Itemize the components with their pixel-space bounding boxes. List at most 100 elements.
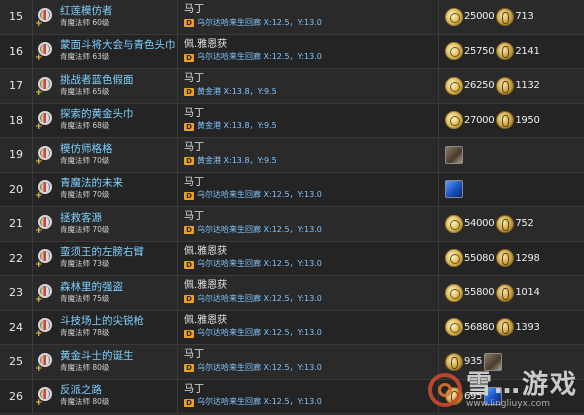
watermark-title: 雪…游戏	[465, 370, 578, 400]
quest-level: 青魔法师 70级	[60, 190, 110, 200]
map-location-link[interactable]: D 黄金港 X:13.8，Y:9.5	[184, 155, 438, 168]
map-location-link[interactable]: D 乌尔达哈来生回廊 X:12.5，Y:13.0	[184, 293, 438, 306]
quest-number: 19	[9, 148, 23, 162]
table-row: 22 + 蛮须王的左膀右臂 青魔法师 73级 佩.雅恩获 D 乌尔达哈来生回廊 X…	[0, 241, 584, 276]
npc-name: 马丁	[184, 4, 204, 16]
quest-number: 20	[9, 182, 23, 196]
exp-value: 25750	[464, 45, 495, 57]
gil-value: 1014	[515, 287, 540, 299]
reward-item-icon[interactable]	[445, 145, 463, 164]
quest-name-link[interactable]: 红莲模仿者	[60, 5, 113, 17]
npc-name: 马丁	[184, 142, 204, 154]
table-row: 18 + 探索的黄金头巾 青魔法师 68级 马丁 D 黄金港 X:13.8，Y:9…	[0, 103, 584, 138]
quest-cell: + 反派之路 青魔法师 80级	[33, 384, 177, 408]
map-location-link[interactable]: D 黄金港 X:13.8，Y:9.5	[184, 120, 438, 133]
quest-name-link[interactable]: 反派之路	[60, 384, 109, 396]
reward-cell	[439, 180, 584, 199]
reward-item-icon[interactable]	[484, 352, 503, 371]
map-location-link[interactable]: D 黄金港 X:13.8，Y:9.5	[184, 86, 438, 99]
map-location-link[interactable]: D 乌尔达哈来生回廊 X:12.5，Y:13.0	[184, 258, 438, 271]
quest-cell: + 探索的黄金头巾 青魔法师 68级	[33, 108, 177, 132]
quest-number: 26	[9, 389, 23, 403]
map-location-link[interactable]: D 乌尔达哈来生回廊 X:12.5，Y:13.0	[184, 51, 438, 64]
map-flag-icon: D	[184, 157, 194, 165]
reward-item-blue-icon[interactable]	[445, 180, 463, 199]
map-flag-icon: D	[184, 53, 194, 62]
npc-cell: 马丁 D 乌尔达哈来生回廊 X:12.5，Y:13.0	[178, 384, 438, 409]
gil-value: 1950	[515, 114, 540, 126]
quest-cell: + 模仿师格格 青魔法师 70级	[33, 143, 177, 167]
npc-name: 佩.雅恩获	[184, 38, 228, 50]
quest-level: 青魔法师 68级	[60, 121, 110, 131]
quest-name-link[interactable]: 黄金斗士的诞生	[60, 350, 134, 362]
exp-icon	[445, 42, 463, 61]
quest-level: 青魔法师 80级	[60, 397, 110, 407]
npc-cell: 马丁 D 乌尔达哈来生回廊 X:12.5，Y:13.0	[178, 349, 438, 374]
location-text: 乌尔达哈来生回廊 X:12.5，Y:13.0	[197, 190, 322, 200]
location-text: 乌尔达哈来生回廊 X:12.5，Y:13.0	[197, 259, 322, 269]
quest-number: 24	[9, 320, 23, 334]
npc-name: 佩.雅恩获	[184, 314, 228, 326]
exp-icon	[445, 111, 463, 130]
npc-name: 马丁	[184, 383, 204, 395]
location-text: 乌尔达哈来生回廊 X:12.5，Y:13.0	[197, 224, 322, 234]
gil-value: 935	[464, 356, 483, 368]
gil-coin-icon	[445, 352, 463, 371]
quest-level: 青魔法师 70级	[60, 155, 110, 165]
quest-number: 15	[9, 10, 23, 24]
table-row: 17 + 挑战者蓝色假面 青魔法师 65级 马丁 D 黄金港 X:13.8，Y:9…	[0, 69, 584, 104]
exp-value: 55080	[464, 252, 495, 264]
map-flag-icon: D	[184, 122, 194, 131]
quest-name-link[interactable]: 拯救客源	[60, 212, 109, 224]
exp-icon	[445, 76, 463, 95]
quest-number: 17	[9, 79, 23, 93]
table-row: 20 + 青魔法的未来 青魔法师 70级 马丁 D 乌尔达哈来生回廊 X:12.5…	[0, 172, 584, 207]
exp-icon	[445, 318, 463, 337]
table-row: 23 + 森林里的强盗 青魔法师 75级 佩.雅恩获 D 乌尔达哈来生回廊 X:1…	[0, 276, 584, 311]
table-row: 21 + 拯救客源 青魔法师 70级 马丁 D 乌尔达哈来生回廊 X:12.5，Y…	[0, 207, 584, 242]
blue-mage-quest-icon: +	[35, 75, 57, 97]
map-flag-icon: D	[184, 88, 194, 96]
quest-level: 青魔法师 78级	[60, 328, 110, 338]
quest-name-link[interactable]: 挑战者蓝色假面	[60, 74, 134, 86]
gil-value: 752	[515, 218, 534, 230]
quest-name-link[interactable]: 森林里的强盗	[60, 281, 123, 293]
reward-cell: 56880 1393	[439, 318, 584, 337]
location-text: 黄金港 X:13.8，Y:9.5	[197, 121, 277, 131]
map-location-link[interactable]: D 乌尔达哈来生回廊 X:12.5，Y:13.0	[184, 327, 438, 340]
quest-name-link[interactable]: 斗技场上的尖锐枪	[60, 315, 144, 327]
table-row: 24 + 斗技场上的尖锐枪 青魔法师 78级 佩.雅恩获 D 乌尔达哈来生回廊 X…	[0, 310, 584, 345]
npc-cell: 马丁 D 黄金港 X:13.8，Y:9.5	[178, 73, 438, 98]
map-location-link[interactable]: D 乌尔达哈来生回廊 X:12.5，Y:13.0	[184, 396, 438, 409]
map-location-link[interactable]: D 乌尔达哈来生回廊 X:12.5，Y:13.0	[184, 17, 438, 30]
quest-cell: + 青魔法的未来 青魔法师 70级	[33, 177, 177, 201]
quest-cell: + 红莲模仿者 青魔法师 60级	[33, 5, 177, 29]
npc-cell: 佩.雅恩获 D 乌尔达哈来生回廊 X:12.5，Y:13.0	[178, 39, 438, 64]
location-text: 乌尔达哈来生回廊 X:12.5，Y:13.0	[197, 17, 322, 27]
map-location-link[interactable]: D 乌尔达哈来生回廊 X:12.5，Y:13.0	[184, 189, 438, 202]
blue-mage-quest-icon: +	[35, 282, 57, 304]
quest-name-link[interactable]: 青魔法的未来	[60, 177, 123, 189]
quest-cell: + 森林里的强盗 青魔法师 75级	[33, 281, 177, 305]
gil-coin-icon	[496, 7, 515, 26]
quest-name-link[interactable]: 蛮须王的左膀右臂	[60, 246, 144, 258]
quest-number: 21	[9, 217, 23, 231]
quest-cell: + 斗技场上的尖锐枪 青魔法师 78级	[33, 315, 177, 339]
npc-cell: 马丁 D 乌尔达哈来生回廊 X:12.5，Y:13.0	[178, 4, 438, 29]
npc-cell: 马丁 D 黄金港 X:13.8，Y:9.5	[178, 142, 438, 167]
gil-value: 1298	[515, 252, 540, 264]
map-flag-icon: D	[184, 191, 194, 200]
map-flag-icon: D	[184, 295, 194, 303]
map-location-link[interactable]: D 乌尔达哈来生回廊 X:12.5，Y:13.0	[184, 362, 438, 375]
watermark-logo-icon	[427, 373, 462, 407]
npc-cell: 马丁 D 乌尔达哈来生回廊 X:12.5，Y:13.0	[178, 211, 438, 236]
reward-cell: 55800 1014	[439, 283, 584, 302]
quest-name-link[interactable]: 蒙面斗将大会与青色头巾	[60, 39, 176, 51]
table-row: 16 + 蒙面斗将大会与青色头巾 青魔法师 63级 佩.雅恩获 D 乌尔达哈来生回…	[0, 34, 584, 69]
quest-cell: + 挑战者蓝色假面 青魔法师 65级	[33, 74, 177, 98]
quest-table: 15 + 红莲模仿者 青魔法师 60级 马丁 D 乌尔达哈来生回廊 X:12.5，…	[0, 0, 584, 415]
quest-name-link[interactable]: 探索的黄金头巾	[60, 108, 134, 120]
map-location-link[interactable]: D 乌尔达哈来生回廊 X:12.5，Y:13.0	[184, 224, 438, 237]
quest-cell: + 蒙面斗将大会与青色头巾 青魔法师 63级	[33, 39, 177, 63]
quest-name-link[interactable]: 模仿师格格	[60, 143, 113, 155]
